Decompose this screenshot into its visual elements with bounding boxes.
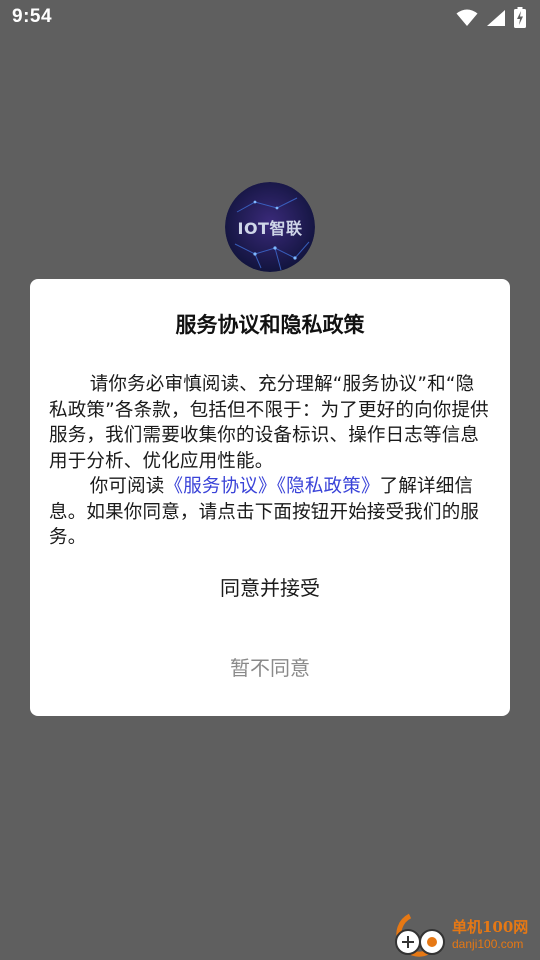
service-agreement-link[interactable]: 《服务协议》 (165, 476, 277, 497)
status-bar: 9:54 (0, 0, 540, 36)
status-icons (456, 7, 526, 32)
status-time: 9:54 (12, 6, 53, 27)
watermark-title: 单机100网 (452, 918, 529, 936)
paragraph-2-prefix: 你可阅读 (89, 476, 165, 497)
screen: 9:54 IOT智联 服务协议和隐私政策 请你务必审慎阅读、充分理解“服务协议”… (0, 0, 540, 960)
wifi-icon (456, 9, 478, 31)
agree-button[interactable]: 同意并接受 (30, 563, 510, 609)
privacy-dialog: 服务协议和隐私政策 请你务必审慎阅读、充分理解“服务协议”和“隐私政策”各条款，… (30, 279, 510, 716)
dialog-body: 请你务必审慎阅读、充分理解“服务协议”和“隐私政策”各条款，包括但不限于：为了更… (49, 372, 491, 551)
disagree-button[interactable]: 暂不同意 (30, 643, 510, 689)
signal-icon (486, 9, 506, 31)
app-logo-text: IOT智联 (237, 219, 303, 238)
app-logo: IOT智联 (225, 182, 315, 272)
dialog-paragraph-2: 你可阅读《服务协议》《隐私政策》了解详细信息。如果你同意，请点击下面按钮开始接受… (49, 474, 491, 551)
battery-charging-icon (514, 7, 526, 32)
dialog-title: 服务协议和隐私政策 (175, 313, 365, 337)
watermark-logo-icon (395, 913, 445, 957)
watermark-url: danji100.com (452, 937, 524, 951)
privacy-policy-link[interactable]: 《隐私政策》 (277, 476, 380, 497)
dialog-paragraph-1: 请你务必审慎阅读、充分理解“服务协议”和“隐私政策”各条款，包括但不限于：为了更… (49, 374, 489, 472)
watermark: 单机100网 danji100.com (388, 912, 538, 958)
